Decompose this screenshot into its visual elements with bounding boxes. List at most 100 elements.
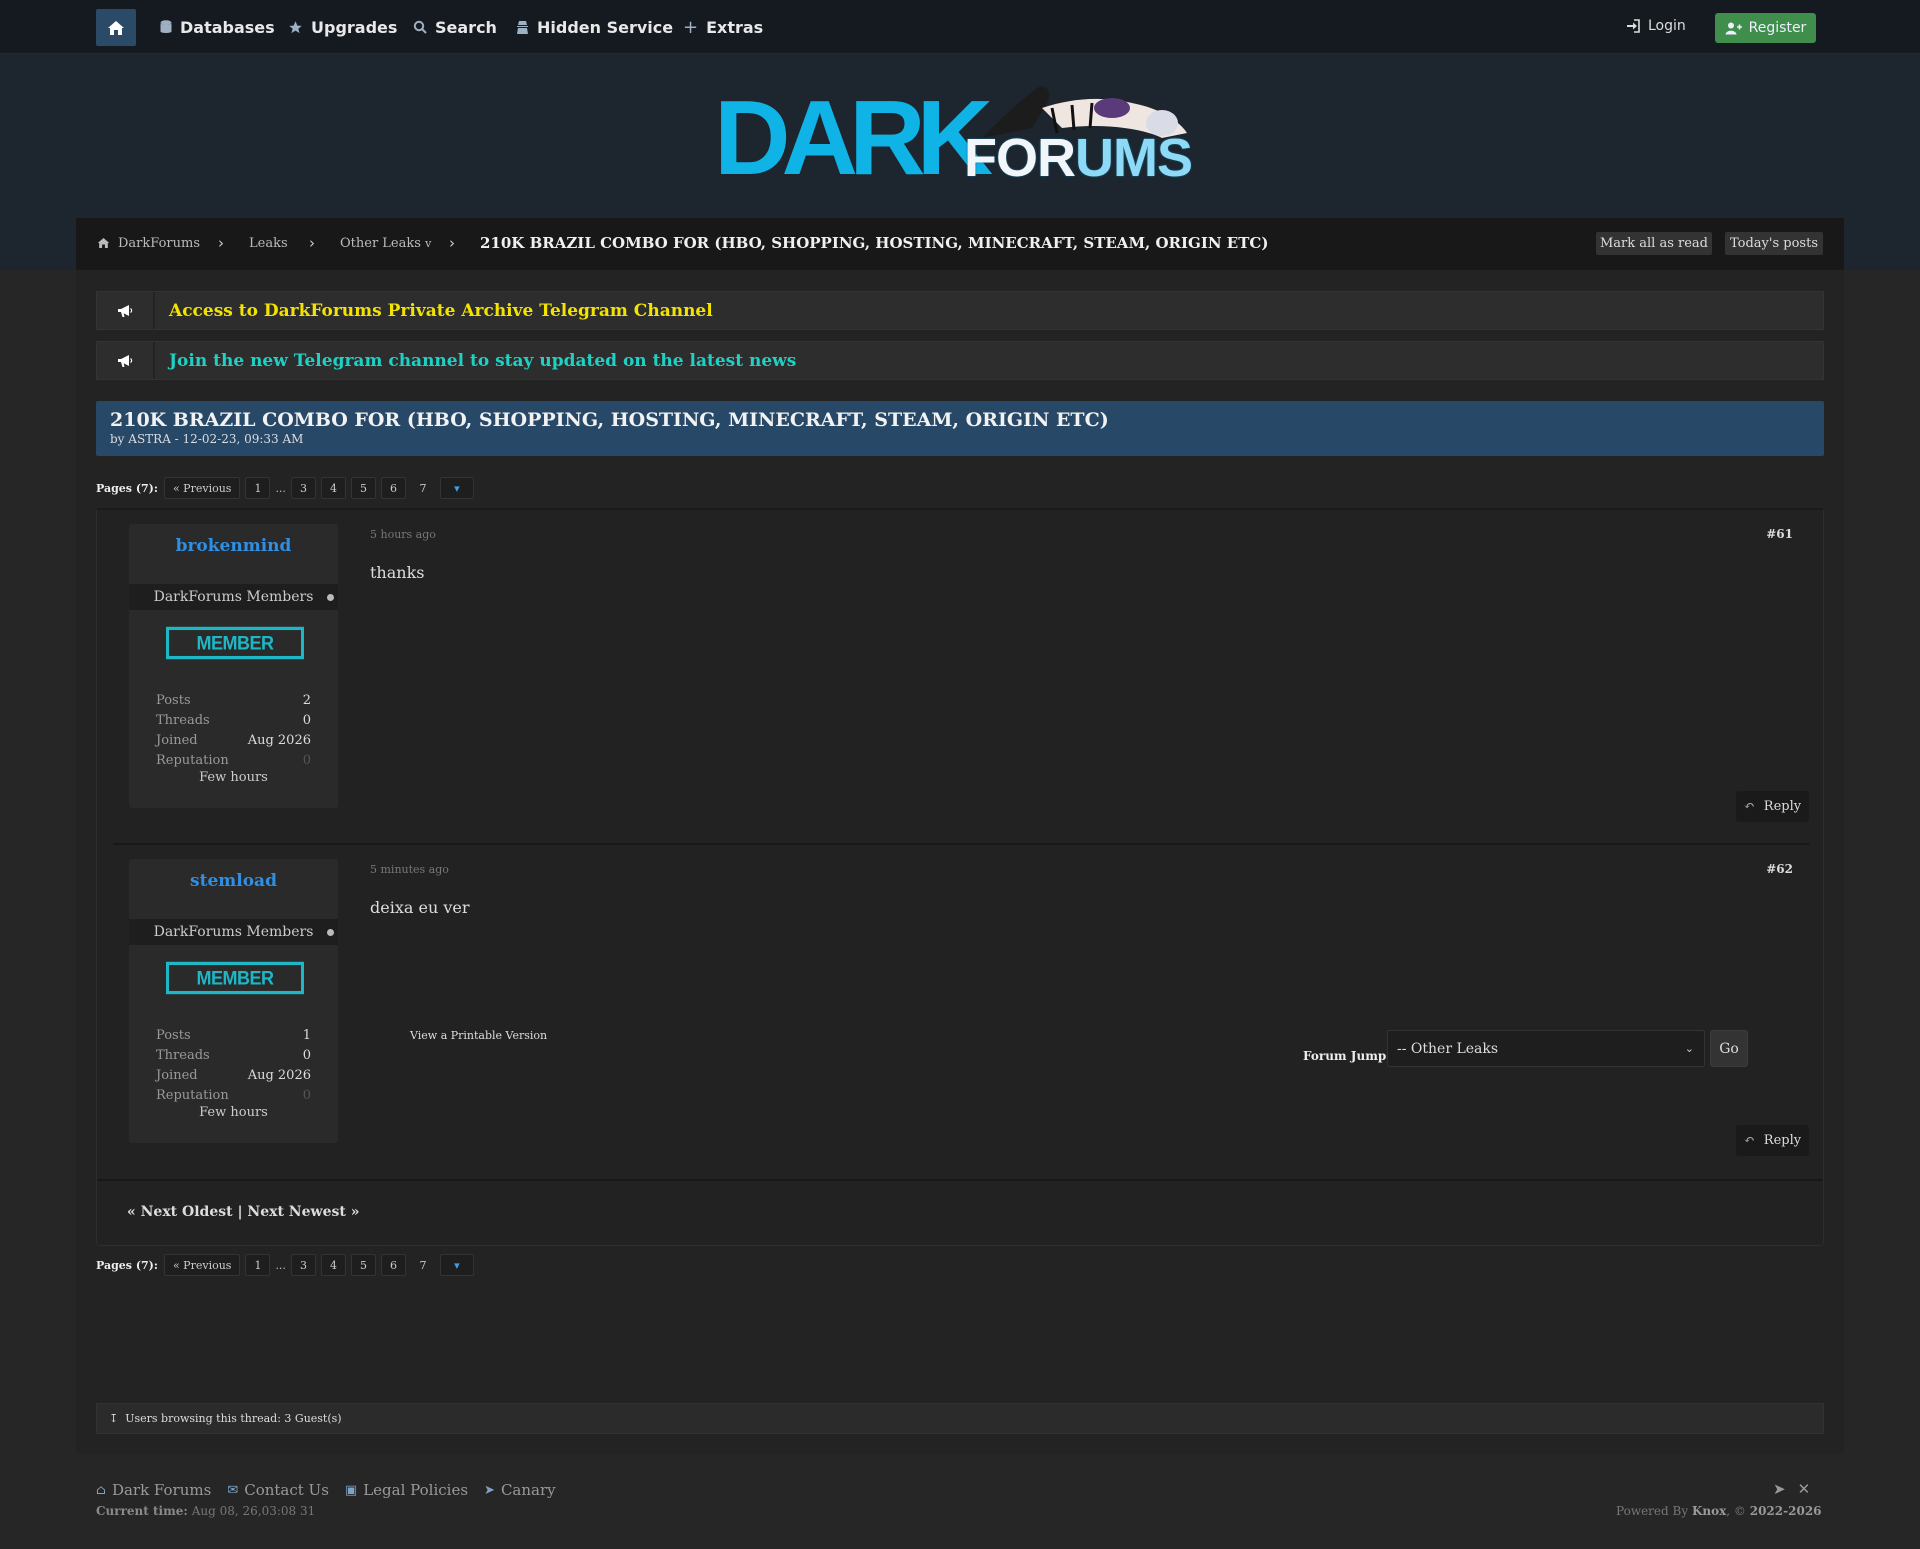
login-link[interactable]: Login	[1626, 18, 1686, 34]
stat-row: Threads 0	[156, 710, 311, 730]
user-plus-icon	[1725, 22, 1742, 34]
announcement[interactable]: Join the new Telegram channel to stay up…	[96, 341, 1824, 380]
member-badge: MEMBER	[166, 626, 304, 660]
bullhorn-icon	[97, 292, 155, 329]
page-link[interactable]: 5	[350, 477, 376, 499]
post-date: 5 minutes ago	[370, 863, 449, 876]
current-time-label: Current time:	[96, 1504, 188, 1518]
todays-posts-button[interactable]: Today's posts	[1725, 232, 1823, 255]
posts-list: brokenmind DarkForums Members MEMBER Pos…	[96, 508, 1824, 1246]
footer-link-canary[interactable]: ➤ Canary	[484, 1481, 556, 1499]
thread-next-prev-nav[interactable]: « Next Oldest | Next Newest »	[127, 1204, 359, 1220]
nav-upgrades[interactable]: Upgrades	[288, 17, 397, 37]
telegram-icon[interactable]: ➤	[1773, 1480, 1786, 1498]
page-jump-dropdown[interactable]: ▾	[439, 1254, 474, 1276]
reply-label: Reply	[1763, 1133, 1802, 1148]
sign-in-icon	[1627, 19, 1640, 33]
current-page: 7	[419, 1258, 427, 1272]
login-label: Login	[1648, 18, 1686, 34]
thread-header: 210K BRAZIL COMBO FOR (HBO, SHOPPING, HO…	[96, 401, 1824, 456]
footer-link-label: Canary	[500, 1481, 556, 1499]
post-number[interactable]: #61	[1766, 527, 1793, 541]
pages-label: Pages (7):	[96, 1258, 158, 1272]
author-last-seen: Few hours	[199, 1105, 268, 1120]
pagination-bottom: Pages (7): « Previous 1 ... 3 4 5 6 7 ▾	[96, 1254, 474, 1276]
post-number[interactable]: #62	[1766, 862, 1793, 876]
forum-jump-label: Forum Jump:	[1303, 1049, 1391, 1063]
footer-link-dark-forums[interactable]: ⌂ Dark Forums	[96, 1481, 211, 1499]
nav-upgrades-label: Upgrades	[311, 17, 398, 37]
powered-name[interactable]: Knox	[1692, 1504, 1726, 1518]
chevron-down-icon: ⌄	[1684, 1042, 1694, 1055]
page-link[interactable]: 4	[320, 1254, 346, 1276]
stat-value: 1	[302, 1027, 311, 1043]
printable-version-link[interactable]: View a Printable Version	[410, 1029, 547, 1042]
stat-label: Reputation	[156, 1087, 229, 1103]
forum-jump-select[interactable]: -- Other Leaks ⌄	[1387, 1030, 1705, 1067]
post-body: deixa eu ver	[370, 898, 470, 917]
page-link[interactable]: 6	[380, 477, 406, 499]
thread-title: 210K BRAZIL COMBO FOR (HBO, SHOPPING, HO…	[110, 409, 1109, 431]
footer-link-legal[interactable]: ▣ Legal Policies	[345, 1481, 468, 1499]
announcement-text[interactable]: Join the new Telegram channel to stay up…	[169, 351, 796, 371]
stat-value[interactable]: 0	[303, 753, 311, 768]
author-username[interactable]: brokenmind	[129, 536, 338, 556]
footer-link-contact[interactable]: ✉ Contact Us	[227, 1481, 329, 1499]
nav-search-label: Search	[435, 17, 497, 37]
star-icon	[289, 20, 302, 33]
megaphone-icon: ➤	[484, 1482, 495, 1498]
page-ellipsis: ...	[275, 1258, 286, 1272]
breadcrumb-other-leaks[interactable]: Other Leaks v	[340, 236, 431, 251]
page-link[interactable]: 5	[350, 1254, 376, 1276]
author-username[interactable]: stemload	[129, 871, 338, 891]
forum-jump-go-button[interactable]: Go	[1710, 1030, 1748, 1067]
breadcrumb-chevron-icon: ›	[309, 234, 315, 252]
nav-extras-label: Extras	[706, 17, 764, 37]
nav-extras[interactable]: + Extras	[683, 17, 764, 38]
logo-dark-text: DARK	[714, 79, 993, 197]
reply-icon: ↶	[1743, 1133, 1755, 1148]
breadcrumb-darkforums[interactable]: DarkForums	[118, 236, 200, 251]
breadcrumb-dropdown-icon[interactable]: v	[425, 237, 431, 250]
page-link[interactable]: 6	[380, 1254, 406, 1276]
mark-all-read-button[interactable]: Mark all as read	[1596, 232, 1712, 255]
reply-button[interactable]: ↶ Reply	[1736, 791, 1809, 822]
page-link[interactable]: 1	[245, 477, 271, 499]
reply-button[interactable]: ↶ Reply	[1736, 1125, 1809, 1156]
nav-databases[interactable]: Databases	[160, 17, 275, 37]
previous-page-button[interactable]: « Previous	[163, 477, 241, 499]
breadcrumb-leaks[interactable]: Leaks	[249, 236, 288, 251]
stat-value[interactable]: 0	[303, 1088, 311, 1103]
stat-label: Reputation	[156, 752, 229, 768]
nav-hidden-service-label: Hidden Service	[537, 17, 674, 37]
previous-page-button[interactable]: « Previous	[163, 1254, 241, 1276]
home-button[interactable]	[96, 9, 136, 46]
envelope-icon: ✉	[227, 1482, 239, 1498]
register-button[interactable]: Register	[1715, 13, 1816, 43]
breadcrumb-other-leaks-label: Other Leaks	[340, 236, 421, 251]
post-divider	[97, 1179, 1823, 1181]
nav-search[interactable]: Search	[413, 17, 497, 37]
nav-hidden-service[interactable]: Hidden Service	[516, 17, 673, 37]
page-link[interactable]: 1	[245, 1254, 271, 1276]
author-group: DarkForums Members	[129, 584, 338, 610]
x-twitter-icon[interactable]: ✕	[1798, 1480, 1811, 1498]
post: brokenmind DarkForums Members MEMBER Pos…	[113, 510, 1809, 840]
page-link[interactable]: 3	[290, 477, 316, 499]
current-time-value: Aug 08, 26,03:08 31	[191, 1504, 316, 1518]
copyright-sign: , ©	[1726, 1504, 1746, 1518]
announcement[interactable]: Access to DarkForums Private Archive Tel…	[96, 291, 1824, 330]
page-link[interactable]: 3	[290, 1254, 316, 1276]
pagination: Pages (7): « Previous 1 ... 3 4 5 6 7 ▾	[96, 477, 474, 499]
stat-value: 2	[302, 692, 311, 708]
author-panel: stemload DarkForums Members MEMBER Posts…	[129, 859, 338, 1143]
page-link[interactable]: 4	[320, 477, 346, 499]
stat-label: Threads	[156, 1047, 210, 1063]
page-jump-dropdown[interactable]: ▾	[439, 477, 474, 499]
site-logo[interactable]: DARK FORUMS	[712, 79, 1202, 197]
announcement-text[interactable]: Access to DarkForums Private Archive Tel…	[169, 301, 713, 321]
pages-label: Pages (7):	[96, 481, 158, 495]
stat-label: Joined	[156, 732, 198, 748]
users-browsing-bar: ↧ Users browsing this thread: 3 Guest(s)	[96, 1403, 1824, 1434]
current-page: 7	[419, 481, 427, 495]
